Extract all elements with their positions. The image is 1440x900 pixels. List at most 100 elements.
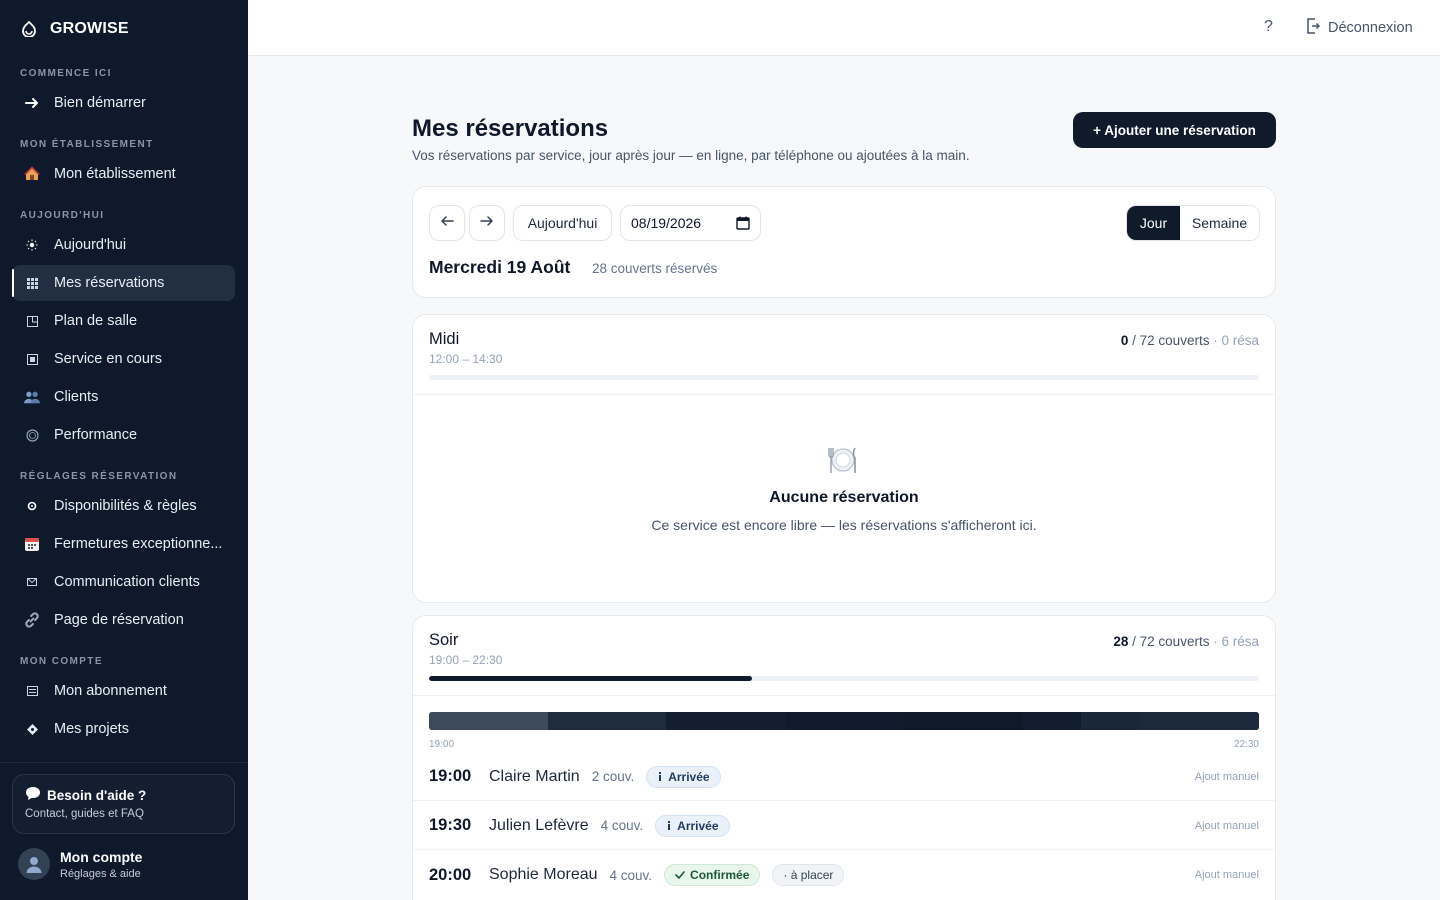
resa-count: · 6 résa [1213, 634, 1259, 649]
section-reglages-reservation: RÉGLAGES RÉSERVATION [20, 471, 178, 482]
calendar-icon[interactable] [736, 216, 750, 233]
sidebar-item-mes-projets[interactable]: Mes projets [12, 711, 235, 747]
sidebar-item-label: Bien démarrer [54, 95, 146, 111]
timeline-slot[interactable] [1081, 712, 1140, 730]
plate-cutlery-icon [827, 445, 859, 475]
timeline-slot[interactable] [1139, 712, 1259, 730]
service-time: 19:00 – 22:30 [429, 653, 503, 667]
today-button[interactable]: Aujourd'hui [513, 205, 612, 241]
account-menu[interactable]: Mon compte Réglages & aide [18, 848, 142, 880]
account-name: Mon compte [60, 848, 143, 865]
topbar: ? Déconnexion [248, 0, 1440, 56]
sidebar-item-clients[interactable]: Clients [12, 379, 235, 415]
reservation-covers: 2 couv. [591, 769, 635, 784]
timeline-slot[interactable] [666, 712, 786, 730]
users-icon [24, 389, 40, 405]
square-icon [24, 351, 40, 367]
service-timeline[interactable] [429, 712, 1259, 730]
timeline-slot[interactable] [785, 712, 904, 730]
section-commence-ici: COMMENCE ICI [20, 68, 112, 79]
reservation-source: Ajout manuel [1194, 819, 1259, 832]
reservation-name: Julien Lefèvre [489, 816, 589, 834]
sidebar-item-label: Service en cours [54, 351, 162, 367]
grid-icon [24, 275, 40, 291]
sidebar-item-mon-etablissement[interactable]: Mon établissement [12, 156, 235, 192]
logout-icon [1306, 18, 1321, 38]
service-progress [429, 676, 1259, 681]
page-title: Mes réservations [412, 115, 609, 142]
sidebar-item-plan-de-salle[interactable]: Plan de salle [12, 303, 235, 339]
chat-bubble-icon [25, 786, 41, 804]
sidebar-item-fermetures[interactable]: Fermetures exceptionne... [12, 526, 235, 562]
resa-count: · 0 résa [1213, 333, 1259, 348]
timeline-slot[interactable] [429, 712, 548, 730]
timeline-slot[interactable] [547, 712, 667, 730]
section-mon-compte: MON COMPTE [20, 656, 103, 667]
timeline-start-label: 19:00 [429, 739, 455, 750]
sidebar-item-performance[interactable]: Performance [12, 417, 235, 453]
reservation-time: 19:00 [429, 767, 472, 785]
sidebar-item-label: Clients [54, 389, 99, 405]
gear-icon [24, 498, 40, 514]
day-covers-count: 28 couverts réservés [592, 261, 718, 276]
date-input[interactable]: 08/19/2026 [620, 205, 761, 241]
capacity-text: / 72 couverts [1132, 634, 1210, 649]
page-subtitle: Vos réservations par service, jour après… [412, 148, 970, 163]
reservation-time: 20:00 [429, 865, 472, 884]
sidebar-item-label: Mon abonnement [54, 683, 167, 699]
empty-state-description: Ce service est encore libre — les réserv… [651, 517, 1037, 533]
status-badge[interactable]: Arrivée [655, 814, 730, 837]
mail-icon [24, 574, 40, 590]
brand[interactable]: GROWISE [20, 18, 129, 40]
booked-covers: 0 [1120, 333, 1129, 348]
arrow-left-icon [440, 214, 454, 232]
check-icon [675, 868, 685, 882]
help-title: Besoin d'aide ? [47, 787, 147, 803]
house-icon [24, 166, 40, 182]
sidebar-item-bien-demarrer[interactable]: Bien démarrer [12, 85, 235, 121]
view-day-button[interactable]: Jour [1127, 206, 1180, 240]
reservation-source: Ajout manuel [1194, 869, 1259, 881]
calendar-icon [24, 536, 40, 552]
sidebar-item-label: Disponibilités & règles [54, 498, 197, 514]
reservation-row[interactable]: 20:00 Sophie Moreau 4 couv. Confirmée · … [413, 851, 1275, 899]
placement-badge[interactable]: · à placer [772, 864, 845, 886]
previous-day-button[interactable] [429, 205, 465, 241]
section-aujourdhui: AUJOURD'HUI [20, 210, 105, 221]
view-week-button[interactable]: Semaine [1180, 206, 1259, 240]
circle-icon [24, 427, 40, 443]
service-capacity: 28 / 72 couverts · 6 résa [1113, 634, 1259, 649]
reservation-covers: 4 couv. [600, 818, 644, 833]
reservation-name: Claire Martin [489, 767, 580, 785]
sidebar-item-disponibilites[interactable]: Disponibilités & règles [12, 488, 235, 524]
sidebar-item-page-reservation[interactable]: Page de réservation [12, 602, 235, 638]
sidebar-item-mes-reservations[interactable]: Mes réservations [12, 265, 235, 301]
sidebar-item-mon-abonnement[interactable]: Mon abonnement [12, 673, 235, 709]
reservation-covers: 4 couv. [609, 867, 653, 883]
sidebar-item-communication[interactable]: Communication clients [12, 564, 235, 600]
next-day-button[interactable] [469, 205, 505, 241]
info-icon [666, 819, 672, 833]
sidebar-item-aujourdhui[interactable]: Aujourd'hui [12, 227, 235, 263]
empty-state-title: Aucune réservation [769, 489, 919, 506]
logout-button[interactable]: Déconnexion [1306, 18, 1413, 38]
capacity-text: / 72 couverts [1132, 333, 1210, 348]
section-mon-etablissement: MON ÉTABLISSEMENT [20, 139, 154, 150]
service-progress [429, 375, 1259, 380]
sidebar-item-service-en-cours[interactable]: Service en cours [12, 341, 235, 377]
add-reservation-button[interactable]: + Ajouter une réservation [1073, 112, 1276, 148]
sidebar-item-label: Mes projets [54, 721, 129, 737]
timeline-slot[interactable] [903, 712, 1023, 730]
sidebar-item-label: Fermetures exceptionne... [54, 536, 223, 552]
help-button[interactable]: ? [1264, 18, 1273, 36]
brand-name: GROWISE [50, 20, 129, 37]
list-icon [24, 683, 40, 699]
status-badge[interactable]: Confirmée [664, 864, 761, 886]
status-badge[interactable]: Arrivée [646, 765, 721, 788]
reservation-name: Sophie Moreau [489, 866, 598, 883]
timeline-end-label: 22:30 [1233, 739, 1259, 750]
reservation-row[interactable]: 19:00 Claire Martin 2 couv. Arrivée Ajou… [413, 753, 1275, 801]
help-card[interactable]: Besoin d'aide ? Contact, guides et FAQ [12, 774, 235, 834]
reservation-row[interactable]: 19:30 Julien Lefèvre 4 couv. Arrivée Ajo… [413, 802, 1275, 850]
day-title: Mercredi 19 Août [429, 257, 571, 277]
